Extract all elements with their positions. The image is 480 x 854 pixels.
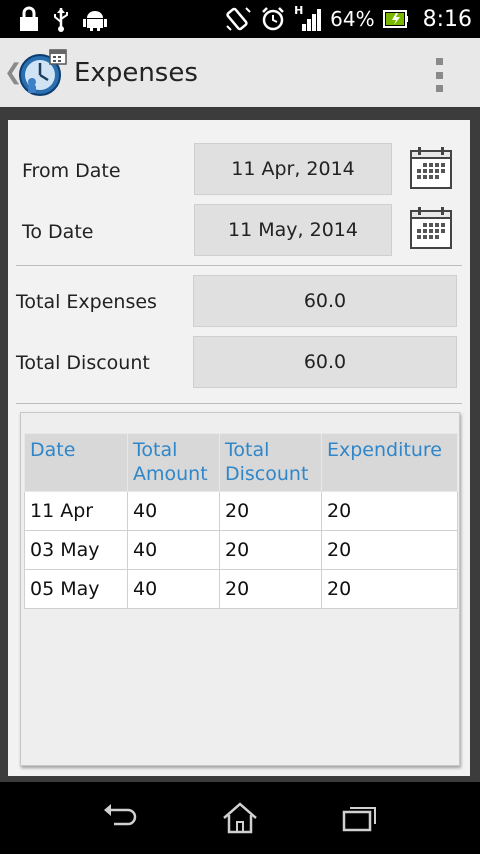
total-expenses-label: Total Expenses	[16, 291, 157, 313]
total-discount-value: 60.0	[193, 336, 457, 388]
recent-apps-icon[interactable]	[340, 800, 380, 836]
to-date-label: To Date	[22, 221, 94, 243]
total-expenses-value: 60.0	[193, 275, 457, 327]
divider	[16, 265, 462, 266]
table-cell-total-discount: 20	[219, 491, 322, 531]
total-discount-label: Total Discount	[16, 352, 150, 374]
table-cell-expenditure: 20	[321, 491, 458, 531]
column-header-date: Date	[24, 433, 128, 492]
battery-icon	[382, 10, 408, 28]
rotate-icon	[226, 7, 251, 31]
status-left-icons	[18, 6, 108, 32]
from-date-field[interactable]: 11 Apr, 2014	[194, 143, 392, 195]
home-icon[interactable]	[220, 800, 260, 836]
expenses-table-container: Date Total Amount Total Discount Expendi…	[20, 412, 460, 766]
battery-percent: 64%	[330, 7, 375, 31]
status-right-icons: H 64% 8:16	[224, 4, 472, 34]
navigation-bar	[0, 782, 480, 854]
table-cell-expenditure: 20	[321, 569, 458, 609]
table-cell-total-discount: 20	[219, 569, 322, 609]
back-icon[interactable]	[100, 800, 140, 836]
table-cell-date: 03 May	[24, 530, 128, 570]
table-cell-expenditure: 20	[321, 530, 458, 570]
table-cell-total-amount: 40	[127, 530, 220, 570]
to-date-field[interactable]: 11 May, 2014	[194, 204, 392, 256]
table-cell-total-amount: 40	[127, 569, 220, 609]
android-icon	[83, 11, 107, 31]
table-cell-total-discount: 20	[219, 530, 322, 570]
column-header-expenditure: Expenditure	[321, 433, 458, 492]
status-bar: H 64% 8:16	[0, 0, 480, 38]
page-title: Expenses	[74, 58, 198, 88]
lock-icon	[20, 6, 38, 31]
table-row[interactable]: 03 May 40 20 20	[24, 530, 458, 570]
column-header-total-discount: Total Discount	[219, 433, 322, 492]
app-logo-icon[interactable]	[18, 48, 68, 98]
column-header-total-amount: Total Amount	[127, 433, 220, 492]
from-date-label: From Date	[22, 160, 121, 182]
overflow-menu-icon[interactable]	[436, 58, 444, 92]
table-cell-date: 05 May	[24, 569, 128, 609]
content-area: From Date 11 Apr, 2014 To Date 11 May, 2…	[0, 110, 480, 782]
expenses-panel: From Date 11 Apr, 2014 To Date 11 May, 2…	[8, 120, 470, 776]
to-date-calendar-icon[interactable]	[409, 206, 453, 250]
table-header-row: Date Total Amount Total Discount Expendi…	[24, 433, 458, 492]
table-cell-total-amount: 40	[127, 491, 220, 531]
divider	[16, 403, 462, 404]
clock: 8:16	[422, 6, 472, 32]
usb-icon	[54, 8, 68, 32]
table-row[interactable]: 05 May 40 20 20	[24, 569, 458, 609]
signal-icon: H	[294, 4, 322, 32]
from-date-calendar-icon[interactable]	[409, 146, 453, 190]
table-cell-date: 11 Apr	[24, 491, 128, 531]
alarm-icon	[262, 7, 285, 31]
action-bar: ❮ Expenses	[0, 38, 480, 110]
table-row[interactable]: 11 Apr 40 20 20	[24, 491, 458, 531]
expenses-table: Date Total Amount Total Discount Expendi…	[24, 433, 458, 609]
